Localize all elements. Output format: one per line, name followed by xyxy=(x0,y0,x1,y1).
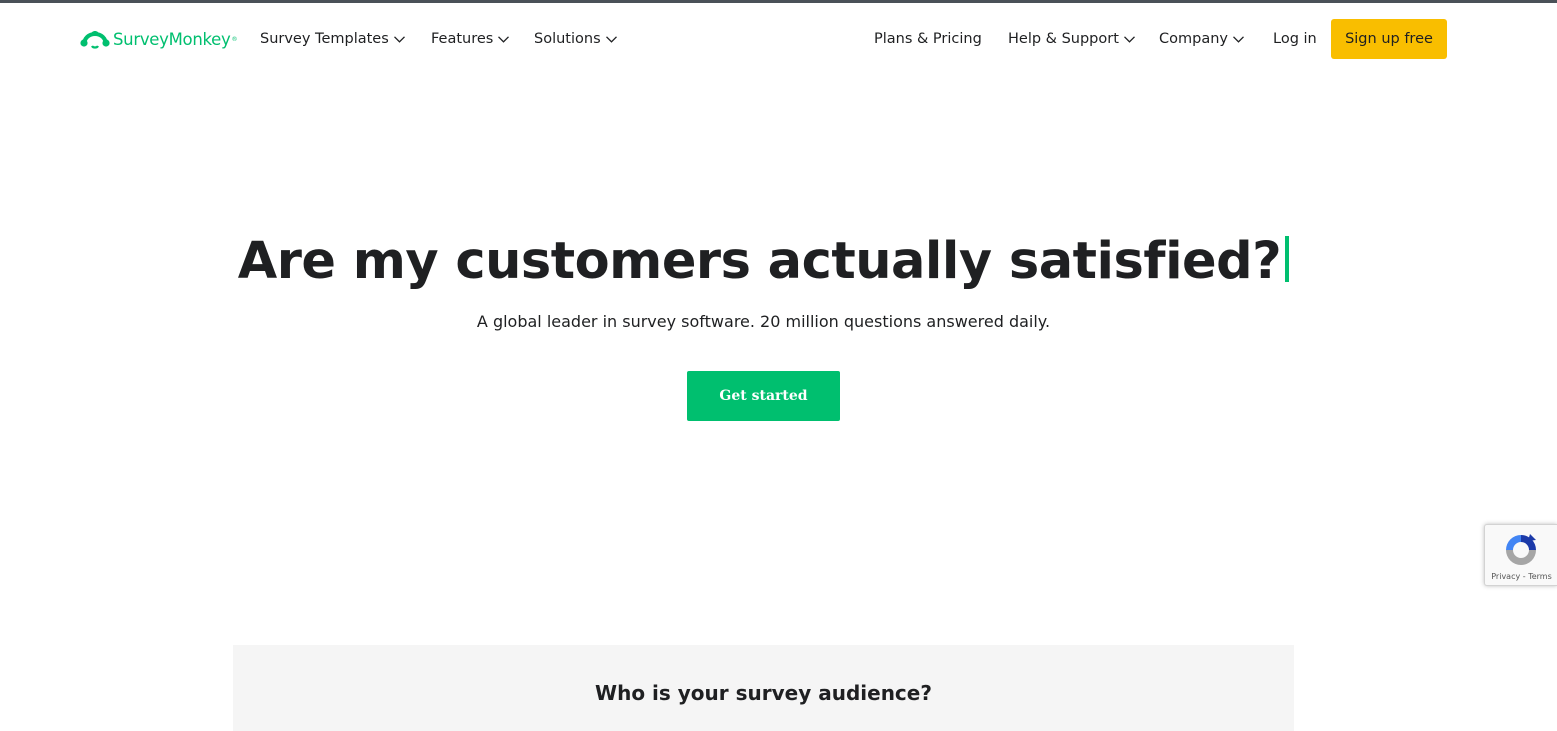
chevron-down-icon xyxy=(1123,35,1135,43)
nav-solutions[interactable]: Solutions xyxy=(534,28,617,50)
recaptcha-badge[interactable]: Privacy - Terms xyxy=(1484,524,1557,586)
recaptcha-links[interactable]: Privacy - Terms xyxy=(1485,572,1557,581)
nav-label: Help & Support xyxy=(1008,31,1119,47)
nav-label: Plans & Pricing xyxy=(874,31,982,47)
nav-survey-templates[interactable]: Survey Templates xyxy=(260,28,405,50)
get-started-button[interactable]: Get started xyxy=(687,371,840,421)
nav-company[interactable]: Company xyxy=(1159,28,1244,50)
chevron-down-icon xyxy=(605,35,617,43)
login-link[interactable]: Log in xyxy=(1273,28,1317,50)
signup-button[interactable]: Sign up free xyxy=(1331,19,1447,59)
surveymonkey-logo-icon xyxy=(80,31,110,49)
nav-label: Solutions xyxy=(534,31,601,47)
logo-wordmark: SurveyMonkey xyxy=(113,29,231,49)
chevron-down-icon xyxy=(393,35,405,43)
site-header: SurveyMonkey ® Survey Templates Features… xyxy=(0,3,1557,75)
nav-plans-pricing[interactable]: Plans & Pricing xyxy=(874,28,982,50)
nav-label: Survey Templates xyxy=(260,31,389,47)
nav-label: Features xyxy=(431,31,494,47)
typing-cursor xyxy=(1285,236,1290,282)
chevron-down-icon xyxy=(1233,35,1244,43)
nav-label: Log in xyxy=(1273,31,1317,47)
hero-title-text: Are my customers actually satisfied? xyxy=(237,232,1282,291)
surveymonkey-logo[interactable]: SurveyMonkey ® xyxy=(80,25,237,53)
nav-features[interactable]: Features xyxy=(431,28,510,50)
hero-subtitle: A global leader in survey software. 20 m… xyxy=(476,312,1051,331)
logo-registered-mark: ® xyxy=(231,35,238,43)
nav-help-support[interactable]: Help & Support xyxy=(1008,28,1135,50)
audience-section: Who is your survey audience? xyxy=(233,645,1294,731)
hero-title: Are my customers actually satisfied? xyxy=(0,232,1527,291)
nav-label: Company xyxy=(1159,31,1228,47)
recaptcha-icon xyxy=(1506,534,1536,565)
audience-title: Who is your survey audience? xyxy=(595,681,932,705)
chevron-down-icon xyxy=(498,35,510,43)
